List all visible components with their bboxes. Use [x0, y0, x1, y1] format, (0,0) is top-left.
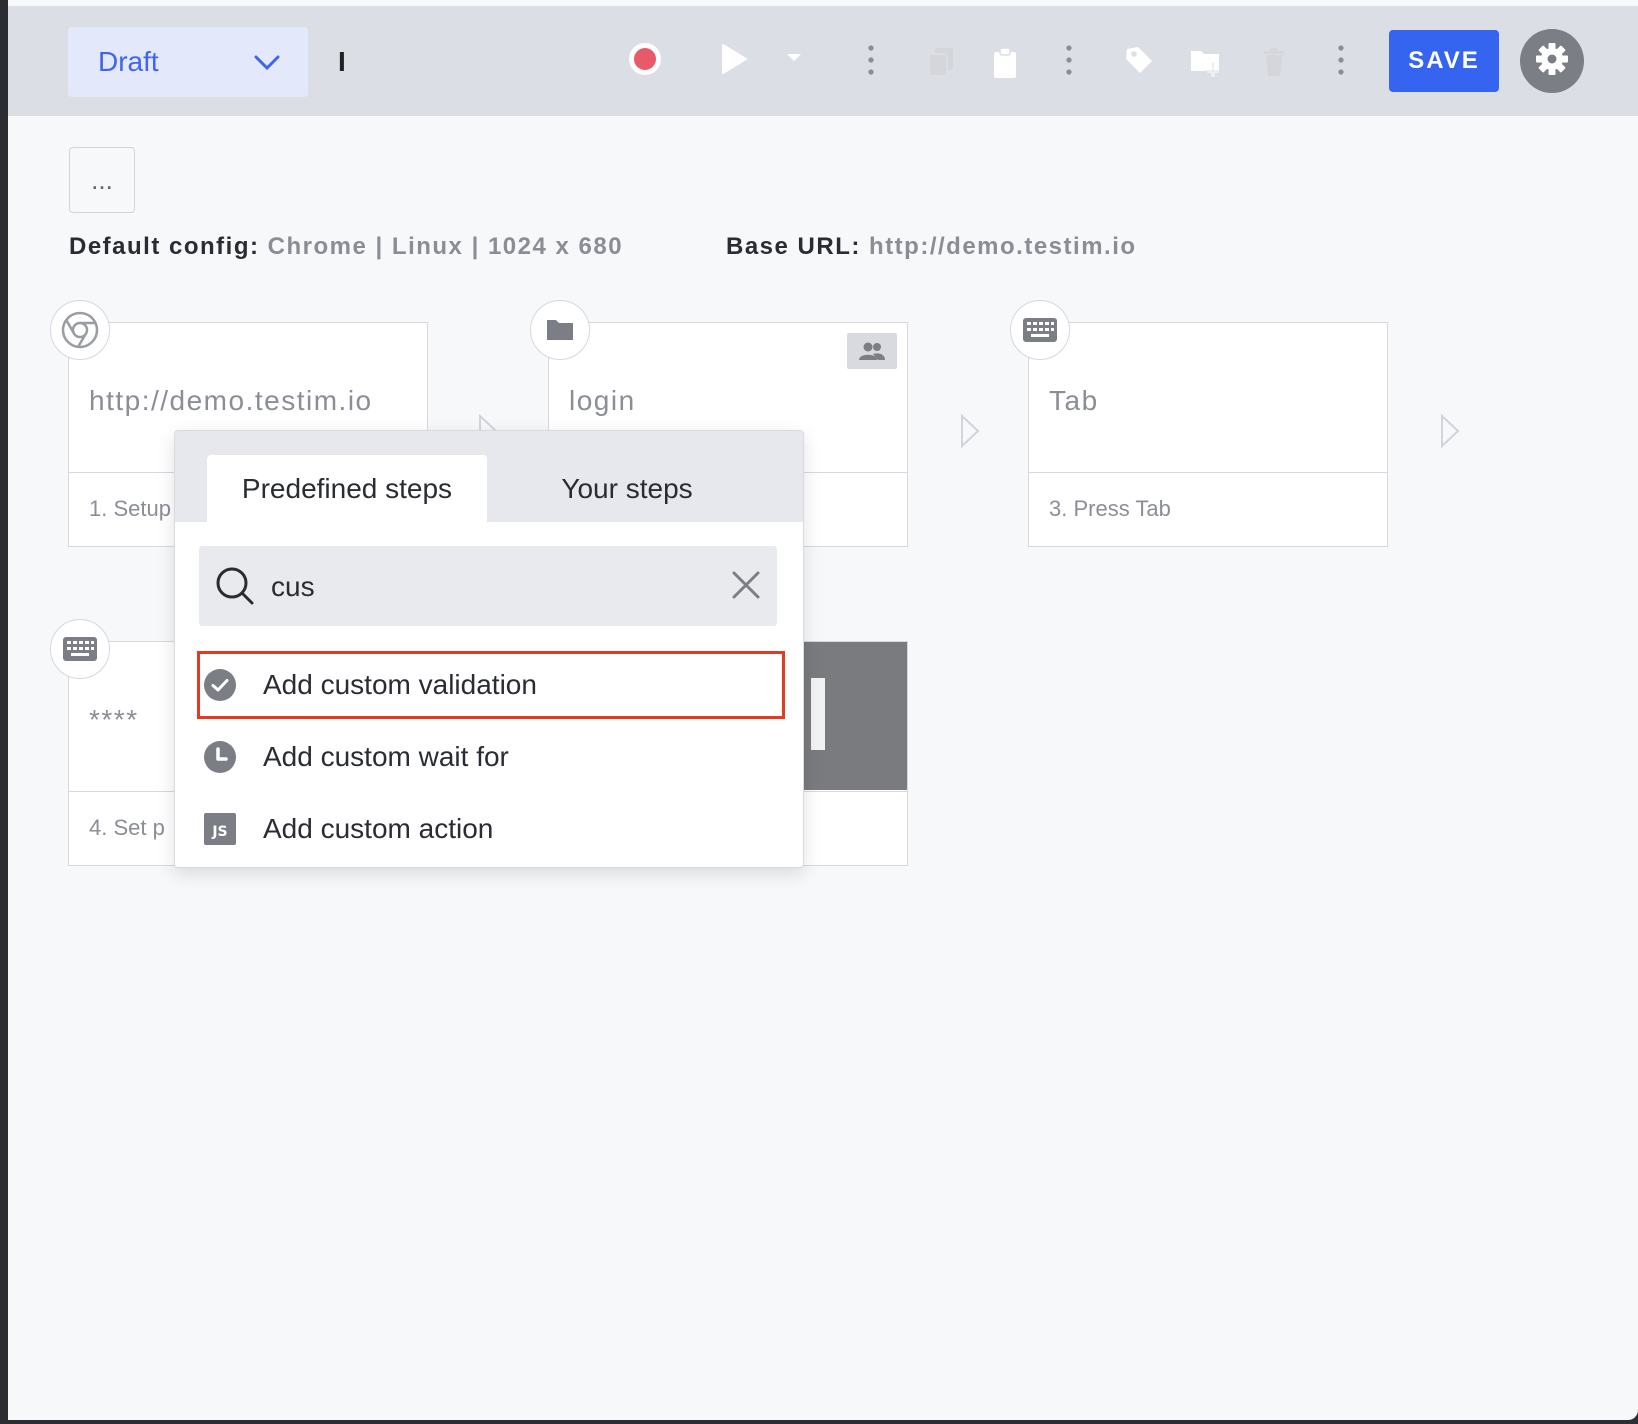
more-vert-icon[interactable]: [1062, 42, 1076, 78]
paste-icon[interactable]: [990, 46, 1020, 80]
js-icon: JS: [203, 812, 237, 846]
search-input[interactable]: [269, 560, 693, 614]
base-url-label: Base URL:: [726, 233, 861, 260]
settings-button[interactable]: [1520, 29, 1584, 93]
keyboard-icon: [1010, 300, 1070, 360]
result-add-custom-wait-for[interactable]: Add custom wait for: [199, 725, 783, 789]
test-editor-app: Draft I SAVE ... Default config: Chrome …: [8, 0, 1638, 1420]
play-icon[interactable]: [718, 42, 750, 76]
delete-icon[interactable]: [1260, 46, 1288, 78]
record-icon[interactable]: [628, 42, 662, 76]
popover-tabs: Predefined steps Your steps: [175, 431, 803, 522]
shared-group-icon: [847, 333, 897, 369]
svg-text:JS: JS: [211, 824, 227, 840]
step-title: 3. Press Tab: [1029, 472, 1387, 546]
test-name-input[interactable]: I: [338, 42, 568, 82]
gear-icon: [1535, 42, 1569, 81]
chevron-down-icon: [254, 46, 280, 78]
default-config-value[interactable]: Chrome | Linux | 1024 x 680: [268, 233, 623, 260]
step-value: login: [569, 385, 636, 416]
copy-icon[interactable]: [925, 46, 957, 78]
result-label: Add custom action: [263, 813, 494, 844]
more-vert-icon[interactable]: [864, 42, 878, 78]
chrome-icon: [50, 300, 110, 360]
step-value: http://demo.testim.io: [89, 385, 373, 416]
folder-icon: [530, 300, 590, 360]
close-icon[interactable]: [729, 568, 763, 607]
step-value: ****: [89, 704, 139, 735]
result-label: Add custom wait for: [263, 741, 509, 772]
tab-your-steps[interactable]: Your steps: [487, 455, 767, 522]
play-dropdown-icon[interactable]: [786, 52, 802, 64]
step-card-press-tab[interactable]: Tab 3. Press Tab: [1028, 322, 1388, 547]
result-add-custom-action[interactable]: JS Add custom action: [199, 797, 783, 861]
result-label: Add custom validation: [263, 669, 537, 700]
save-button[interactable]: SAVE: [1389, 30, 1499, 92]
add-step-popover: Predefined steps Your steps Add custom v…: [174, 430, 804, 868]
tag-icon[interactable]: [1123, 44, 1155, 76]
base-url: Base URL: http://demo.testim.io: [726, 233, 1137, 261]
tab-predefined-steps[interactable]: Predefined steps: [207, 455, 487, 522]
step-search: [199, 546, 777, 626]
default-config: Default config: Chrome | Linux | 1024 x …: [69, 233, 623, 261]
more-options-button[interactable]: ...: [69, 147, 135, 213]
step-value: Tab: [1049, 385, 1099, 416]
search-icon: [215, 566, 255, 611]
result-add-custom-validation[interactable]: Add custom validation: [197, 651, 785, 719]
more-vert-icon[interactable]: [1334, 42, 1348, 78]
keyboard-icon: [50, 619, 110, 679]
default-config-label: Default config:: [69, 233, 260, 260]
status-value: Draft: [98, 46, 159, 77]
check-circle-icon: [203, 668, 237, 702]
step-arrow-icon: [1440, 413, 1460, 453]
clock-icon: [203, 740, 237, 774]
step-arrow-icon: [960, 413, 980, 453]
toolbar: Draft I SAVE: [8, 6, 1638, 116]
base-url-value[interactable]: http://demo.testim.io: [869, 233, 1137, 260]
status-dropdown[interactable]: Draft: [68, 27, 308, 97]
add-folder-icon[interactable]: [1189, 46, 1223, 78]
